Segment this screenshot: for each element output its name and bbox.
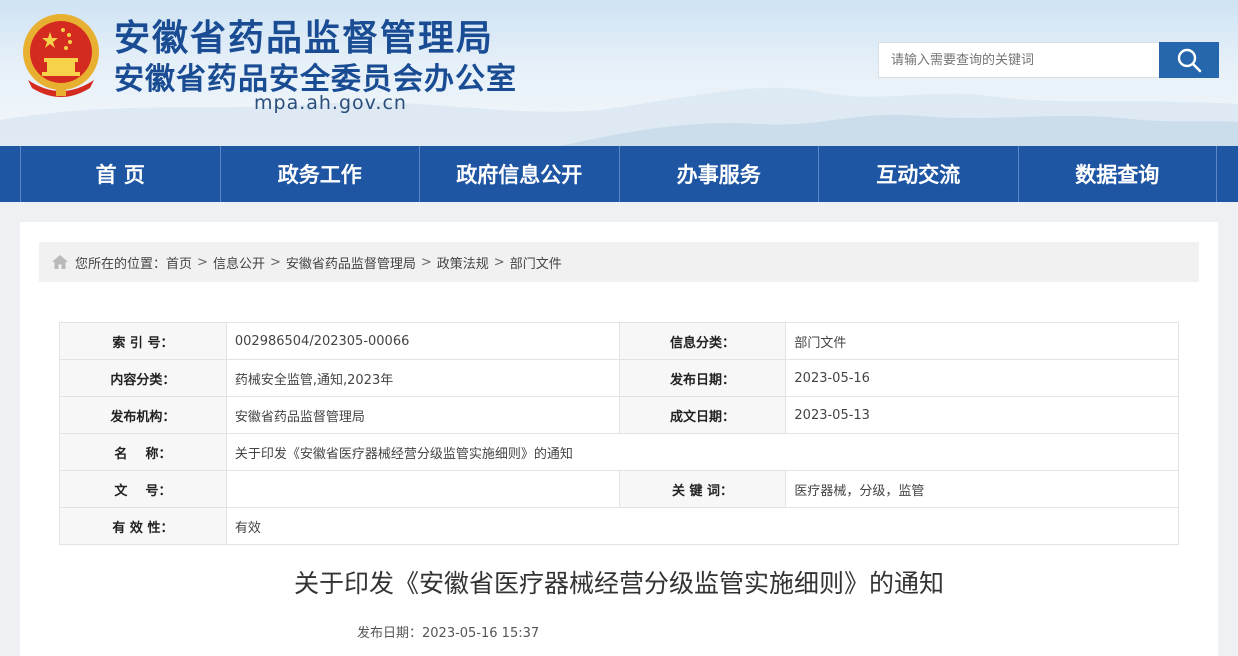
breadcrumb: 您所在的位置： 首页 > 信息公开 > 安徽省药品监督管理局 > 政策法规 > … xyxy=(39,242,1199,282)
table-row: 发布机构： 安徽省药品监督管理局 成文日期： 2023-05-13 xyxy=(59,396,1179,434)
breadcrumb-item-department[interactable]: 部门文件 xyxy=(510,253,562,272)
table-row: 名 称： 关于印发《安徽省医疗器械经营分级监管实施细则》的通知 xyxy=(59,433,1180,471)
nav-interaction[interactable]: 互动交流 xyxy=(818,146,1018,202)
meta-keywords-label: 关 键 词： xyxy=(618,470,787,508)
breadcrumb-item-policy[interactable]: 政策法规 xyxy=(437,253,489,272)
document-meta-table: 索 引 号： 002986504/202305-00066 信息分类： 部门文件… xyxy=(59,322,1180,545)
meta-content-type-label: 内容分类： xyxy=(59,359,227,397)
breadcrumb-prefix: 您所在的位置： xyxy=(75,256,167,272)
meta-name-label: 名 称： xyxy=(59,433,227,471)
main-content: 您所在的位置： 首页 > 信息公开 > 安徽省药品监督管理局 > 政策法规 > … xyxy=(20,222,1218,656)
table-row: 文 号： 关 键 词： 医疗器械，分级，监管 xyxy=(59,470,1179,508)
nav-home[interactable]: 首 页 xyxy=(20,146,220,202)
home-icon xyxy=(52,255,68,269)
meta-publisher-label: 发布机构： xyxy=(59,396,227,434)
search-button[interactable] xyxy=(1159,42,1219,78)
article-title: 关于印发《安徽省医疗器械经营分级监管实施细则》的通知 xyxy=(293,569,944,598)
meta-publisher-value: 安徽省药品监督管理局 xyxy=(225,396,620,434)
meta-category-label: 信息分类： xyxy=(618,322,787,360)
breadcrumb-separator: > xyxy=(420,254,432,270)
site-domain: mpa.ah.gov.cn xyxy=(254,92,407,114)
meta-category-value: 部门文件 xyxy=(785,322,1179,360)
nav-government-work[interactable]: 政务工作 xyxy=(219,146,420,202)
meta-created-date-label: 成文日期： xyxy=(618,396,787,434)
meta-content-type-value: 药械安全监管,通知,2023年 xyxy=(225,359,620,397)
table-row: 有 效 性： 有效 xyxy=(59,507,1180,545)
site-header: 安徽省药品监督管理局 安徽省药品安全委员会办公室 mpa.ah.gov.cn xyxy=(0,0,1238,146)
breadcrumb-separator: > xyxy=(493,254,505,270)
breadcrumb-separator: > xyxy=(269,254,281,270)
main-nav: 首 页 政务工作 政府信息公开 办事服务 互动交流 数据查询 xyxy=(0,146,1238,202)
search-icon xyxy=(1177,48,1202,73)
meta-validity-label: 有 效 性： xyxy=(59,507,227,545)
meta-publish-date-label: 发布日期： xyxy=(618,359,787,397)
meta-publish-date-value: 2023-05-16 xyxy=(785,359,1179,397)
meta-name-value: 关于印发《安徽省医疗器械经营分级监管实施细则》的通知 xyxy=(225,433,1180,471)
breadcrumb-item-bureau[interactable]: 安徽省药品监督管理局 xyxy=(286,253,416,272)
nav-data-query[interactable]: 数据查询 xyxy=(1017,146,1217,202)
breadcrumb-item-home[interactable]: 首页 xyxy=(166,253,192,272)
meta-created-date-value: 2023-05-13 xyxy=(785,396,1179,434)
nav-info-disclosure[interactable]: 政府信息公开 xyxy=(419,146,619,202)
search-input[interactable] xyxy=(878,42,1160,78)
meta-index-value: 002986504/202305-00066 xyxy=(225,322,620,360)
table-row: 内容分类： 药械安全监管,通知,2023年 发布日期： 2023-05-16 xyxy=(59,359,1179,397)
meta-keywords-value: 医疗器械，分级，监管 xyxy=(785,470,1179,508)
meta-doc-no-value xyxy=(225,470,620,508)
meta-doc-no-label: 文 号： xyxy=(59,470,227,508)
article-publish-info: 发布日期：2023-05-16 15:37 xyxy=(357,626,540,641)
breadcrumb-item-info[interactable]: 信息公开 xyxy=(213,253,265,272)
national-emblem-icon xyxy=(23,14,99,97)
meta-validity-value: 有效 xyxy=(225,507,1180,545)
nav-services[interactable]: 办事服务 xyxy=(618,146,819,202)
table-row: 索 引 号： 002986504/202305-00066 信息分类： 部门文件 xyxy=(59,322,1179,360)
meta-index-label: 索 引 号： xyxy=(59,322,227,360)
breadcrumb-separator: > xyxy=(197,254,208,270)
